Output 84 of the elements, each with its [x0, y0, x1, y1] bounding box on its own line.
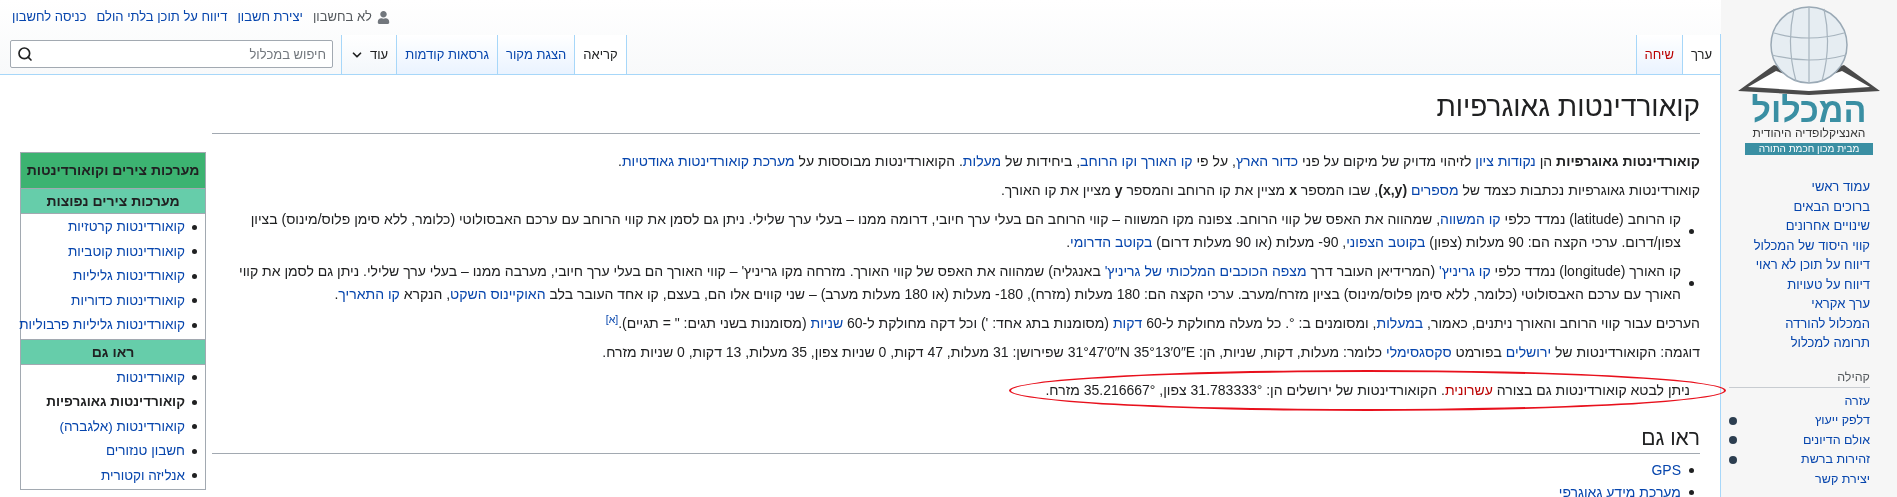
navbox-link[interactable]: קואורדינטות גליליות	[73, 264, 185, 289]
navbox-link[interactable]: קואורדינטות גאוגרפיות	[46, 390, 185, 415]
section-heading: ראו גם	[212, 423, 1700, 454]
bullet-icon	[192, 298, 197, 304]
page-title: קואורדינטות גאוגרפיות	[212, 89, 1700, 134]
link[interactable]: GPS	[1651, 459, 1681, 481]
logo-tagline: האנציקלופדיה היהודית	[1752, 125, 1866, 141]
community-heading: קהילה	[1729, 366, 1870, 388]
bullet-icon	[192, 399, 197, 405]
nav-link[interactable]: המכלול להורדה	[1785, 313, 1870, 333]
navbox-subheading: מערכות צירים נפוצות	[21, 188, 205, 213]
nav-link[interactable]: ברוכים הבאים	[1793, 196, 1870, 216]
footnote-link[interactable]: [א]	[605, 312, 619, 325]
nav-link[interactable]: ערך אקראי	[1811, 294, 1870, 314]
paragraph: הערכים עבור קווי הרוחב והאורך ניתנים, כאמור, במעלות, ומסומנים ב: °. כל מעלה מחולקת ל-60 דקות (מסומנות בתג אחד: ') וכל דקה מחולקת ל-60 שניות (מסומנות בשני תגים: " = תגיים).$^{[א]}$	[604, 312, 1700, 333]
nav-link[interactable]: תרומה למכלול	[1790, 333, 1870, 353]
tab[interactable]: קריאה	[575, 35, 627, 75]
navbox-link[interactable]: קואורדינטות קוטביות	[68, 239, 185, 264]
bullet-icon	[1689, 489, 1694, 495]
tab[interactable]: גרסאות קודמות	[397, 35, 499, 75]
bullet-icon	[192, 473, 197, 479]
navbox-title: מערכות צירים וקואורדינטות	[21, 153, 205, 188]
tab[interactable]: שיחה	[1635, 35, 1682, 75]
account-link[interactable]: דיווח על תוכן בלתי הולם	[96, 7, 228, 27]
bullet-icon	[192, 375, 197, 381]
bullet-icon	[192, 322, 197, 328]
link[interactable]: בקוטב הדרומי	[1070, 234, 1153, 250]
bullet-icon	[192, 424, 197, 430]
nav-link[interactable]: יצירת קשר	[1815, 469, 1870, 489]
bullet-icon	[1689, 467, 1694, 473]
link[interactable]: ירושלים	[1505, 344, 1552, 360]
link[interactable]: דקות	[1112, 315, 1143, 331]
bullet-icon	[192, 448, 197, 454]
link[interactable]: סקסגסימלי	[1386, 344, 1452, 360]
link[interactable]: מספרים	[1410, 182, 1459, 198]
bullet-icon	[1689, 229, 1694, 234]
link[interactable]: קו המשווה	[1440, 211, 1501, 227]
link[interactable]: כדור הארץ	[1235, 153, 1299, 169]
navbox-link[interactable]: חשבון טנזורים	[105, 439, 185, 464]
nav-link[interactable]: עזרה	[1844, 391, 1870, 411]
navbox-subheading: ראו גם	[21, 338, 205, 364]
paragraph: דוגמה: הקואורדינטות של ירושלים בפורמט סקסגסימלי כלומר: מעלות, דקות, שניות, הן: 31°47′0″N 35°13′0″E שפירושן: 31 מעלות, 47 דקות, 0 שניות צפון, 35 מעלות, 13 דקות, 0 שניות מזרח.	[601, 343, 1700, 362]
navbox-link[interactable]: קואורדינטות קרטזיות	[68, 215, 185, 240]
nav-link[interactable]: קווי היסוד של המכלול	[1753, 235, 1870, 255]
account-link[interactable]: יצירת חשבון	[237, 7, 303, 27]
link[interactable]: מצפה הכוכבים המלכותי של גריניץ'	[1104, 263, 1307, 279]
tab[interactable]: הצגת מקור	[498, 35, 576, 75]
user-icon	[376, 10, 390, 24]
link[interactable]: במעלות	[1376, 315, 1424, 331]
paragraph: קו הרוחב (latitude) נמדד כלפי קו המשווה, שמהווה את האפס של קווי הרוחב. צפונה מקו המשווה – קווי הרוחב הם בעלי ערך חיובי, דרומה ממנו – בעלי ערך שלילי. ניתן גם לסמן את קווי הרוחב עם ערכם האבסולוטי (כלומר, ללא סימן פלוס/מינוס) בציון צפון/דרום. ערכי הקצה הם: 90 מעלות (צפון) בקוטב הצפוני, 90- מעלות (או 90 מעלות דרום) בקוטב הדרומי.	[249, 210, 1681, 252]
bullet-icon	[1689, 281, 1694, 286]
nav-link[interactable]: עמוד ראשי	[1811, 177, 1870, 197]
paragraph: ניתן לבטא קואורדינטות גם בצורה עשרונית. הקואורדינטות של ירושלים הן: 31.783333° צפון, 35.216667° מזרח.	[1045, 381, 1690, 400]
bullet-icon	[192, 249, 197, 255]
nav-link[interactable]: דיווח על תוכן לא ראוי	[1755, 255, 1870, 275]
link[interactable]: קו האורך וקו הרוחב	[1080, 153, 1193, 169]
nav-link[interactable]: שינויים אחרונים	[1785, 216, 1870, 236]
link[interactable]: שניות	[810, 315, 844, 331]
more-menu[interactable]: עוד	[341, 35, 398, 75]
nav-link[interactable]: דלפק ייעוץ	[1814, 411, 1870, 431]
bullet-icon	[192, 224, 197, 230]
nav-link[interactable]: דיווח על טעויות	[1787, 274, 1870, 294]
link[interactable]: מערכת מידע גאוגרפי	[1558, 481, 1681, 497]
link[interactable]: האוקיינוס השקט	[450, 286, 546, 302]
paragraph: קו האורך (longitude) נמדד כלפי קו גריניץ' (המרידיאן העובר דרך מצפה הכוכבים המלכותי של גריניץ' באנגליה) שמהווה את האפס של קווי האורך. מזרחה מקו גריניץ' – קווי האורך הם בעלי ערך חיובי, מערבה ממנו – בעלי ערך שלילי. ניתן גם לסמן את קווי האורך עם ערכם האבסולוטי (כלומר, ללא סימן פלוס/מינוס) בציון מזרח/מערב. ערכי הקצה הם: 180 מעלות (מזרח), 180- מעלות (או 180 מעלות מערב) – שני קווים אלו הם, בעצם, קו אחד העובר בלב האוקיינוס השקט, הנקרא קו התאריך.	[238, 262, 1681, 304]
bullet-icon	[192, 273, 197, 279]
tab[interactable]: ערך	[1681, 35, 1720, 75]
search-icon[interactable]	[17, 46, 33, 62]
search-field[interactable]: חיפוש במכלול	[10, 40, 333, 68]
account-link[interactable]: כניסה לחשבון	[12, 7, 87, 27]
navbox-link[interactable]: קואורדינטות	[116, 365, 185, 390]
navbox-link[interactable]: קואורדינטות גליליות פרבוליות	[19, 313, 185, 338]
nav-link[interactable]: אולם הדיונים	[1802, 430, 1870, 450]
link[interactable]: קו גריניץ'	[1439, 263, 1491, 279]
paragraph: קואורדינטות גאוגרפיות הן נקודות ציון לזיהוי מדויק של מיקום על פני כדור הארץ, על פי קו האורך וקו הרוחב, ביחידות של מעלות. הקואורדינטות מבוססות על מערכת קואורדינטות גאודטיות.	[617, 152, 1700, 171]
login-status: לא בחשבון	[312, 8, 372, 27]
logo-publisher-bar: מבית מכון חכמת התורה	[1744, 143, 1874, 155]
link[interactable]: נקודות ציון	[1475, 153, 1536, 169]
navbox-link[interactable]: אנליזה וקטורית	[100, 463, 185, 488]
link[interactable]: קו התאריך	[338, 286, 400, 302]
nav-link[interactable]: זהירות ברשת	[1801, 450, 1870, 470]
navbox-link[interactable]: קואורדינטות (אלגברה)	[59, 414, 185, 439]
link[interactable]: בקוטב הצפוני	[1346, 234, 1426, 250]
navbox-link[interactable]: קואורדינטות כדוריות	[71, 288, 185, 313]
